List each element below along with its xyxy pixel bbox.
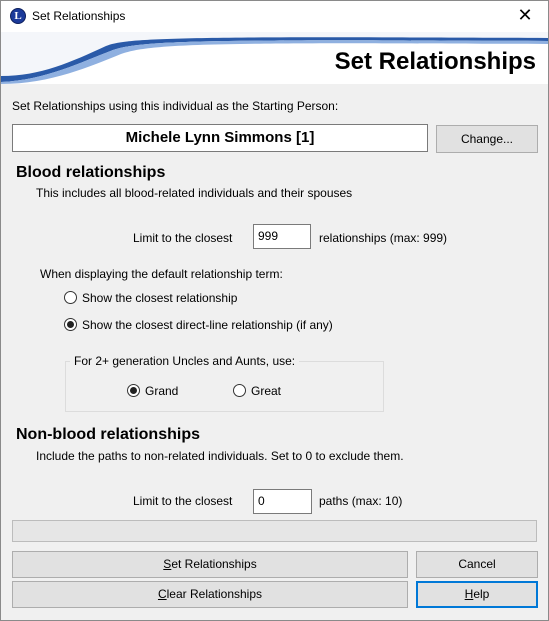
change-person-button[interactable]: Change... bbox=[436, 125, 538, 153]
blood-relationships-description: This includes all blood-related individu… bbox=[36, 186, 353, 200]
blood-limit-suffix: relationships (max: 999) bbox=[319, 231, 448, 245]
close-icon[interactable]: ✕ bbox=[502, 1, 548, 32]
option-closest-direct-line-label[interactable]: Show the closest direct-line relationshi… bbox=[82, 318, 333, 332]
blood-relationships-heading: Blood relationships bbox=[16, 164, 166, 181]
nonblood-relationships-heading: Non-blood relationships bbox=[16, 426, 200, 443]
nonblood-relationships-description: Include the paths to non-related individ… bbox=[36, 449, 404, 463]
nonblood-limit-input[interactable]: 0 bbox=[253, 489, 312, 514]
clear-button-label: lear Relationships bbox=[166, 587, 263, 601]
cancel-button[interactable]: Cancel bbox=[416, 551, 538, 578]
set-relationships-button[interactable]: Set Relationships bbox=[12, 551, 408, 578]
option-grand-label[interactable]: Grand bbox=[145, 384, 178, 398]
cancel-button-label: Cancel bbox=[458, 557, 496, 571]
option-closest-relationship-label[interactable]: Show the closest relationship bbox=[82, 291, 237, 305]
set-button-label: et Relationships bbox=[171, 557, 257, 571]
window-title: Set Relationships bbox=[32, 9, 126, 23]
blood-limit-prefix: Limit to the closest bbox=[133, 231, 233, 245]
set-relationships-dialog: L Set Relationships ✕ Set Relationships … bbox=[0, 0, 549, 621]
help-button[interactable]: Help bbox=[416, 581, 538, 608]
nonblood-limit-prefix: Limit to the closest bbox=[133, 494, 233, 508]
starting-person-prompt: Set Relationships using this individual … bbox=[12, 99, 339, 113]
clear-button-mnemonic: C bbox=[157, 587, 167, 601]
radio-great[interactable] bbox=[233, 384, 246, 397]
title-bar[interactable]: L Set Relationships ✕ bbox=[1, 1, 548, 32]
change-button-label: Change... bbox=[460, 132, 514, 146]
radio-closest-relationship[interactable] bbox=[64, 291, 77, 304]
app-logo-icon: L bbox=[10, 8, 26, 24]
starting-person-name: Michele Lynn Simmons [1] bbox=[12, 124, 428, 152]
nonblood-limit-suffix: paths (max: 10) bbox=[319, 494, 403, 508]
generation-term-groupbox bbox=[65, 361, 384, 412]
option-great-label[interactable]: Great bbox=[251, 384, 281, 398]
generation-term-group-label: For 2+ generation Uncles and Aunts, use: bbox=[70, 354, 300, 368]
clear-relationships-button[interactable]: Clear Relationships bbox=[12, 581, 408, 608]
progress-bar bbox=[12, 520, 537, 542]
blood-limit-input[interactable]: 999 bbox=[253, 224, 311, 249]
header-banner: Set Relationships bbox=[1, 32, 548, 84]
banner-title: Set Relationships bbox=[334, 48, 536, 75]
relationship-term-prompt: When displaying the default relationship… bbox=[40, 267, 283, 281]
radio-grand[interactable] bbox=[127, 384, 140, 397]
help-button-label: elp bbox=[473, 587, 490, 601]
radio-closest-direct-line[interactable] bbox=[64, 318, 77, 331]
